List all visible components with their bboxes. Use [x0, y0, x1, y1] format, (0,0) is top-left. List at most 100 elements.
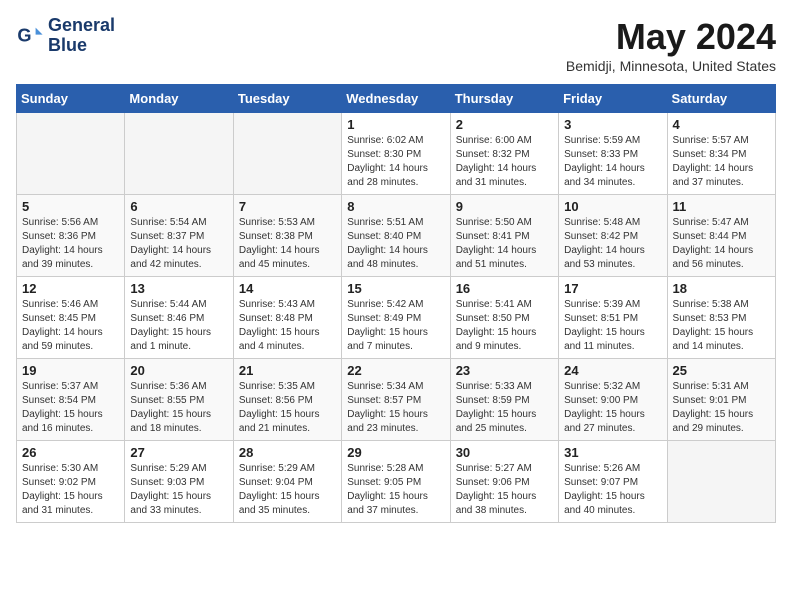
day-number: 10 — [564, 199, 661, 214]
day-info: Sunrise: 5:27 AM Sunset: 9:06 PM Dayligh… — [456, 462, 553, 518]
calendar-header-row: SundayMondayTuesdayWednesdayThursdayFrid… — [17, 85, 776, 113]
day-number: 23 — [456, 363, 553, 378]
day-number: 5 — [22, 199, 119, 214]
calendar-cell: 26 Sunrise: 5:30 AM Sunset: 9:02 PM Dayli… — [17, 441, 125, 523]
day-number: 17 — [564, 281, 661, 296]
logo-icon: G — [16, 22, 44, 50]
day-info: Sunrise: 5:43 AM Sunset: 8:48 PM Dayligh… — [239, 298, 336, 354]
calendar-cell: 23 Sunrise: 5:33 AM Sunset: 8:59 PM Dayli… — [450, 359, 558, 441]
day-info: Sunrise: 5:36 AM Sunset: 8:55 PM Dayligh… — [130, 380, 227, 436]
page-header: G General Blue May 2024 Bemidji, Minneso… — [16, 16, 776, 74]
location-text: Bemidji, Minnesota, United States — [566, 58, 776, 74]
calendar-cell: 2 Sunrise: 6:00 AM Sunset: 8:32 PM Daylig… — [450, 113, 558, 195]
day-number: 13 — [130, 281, 227, 296]
day-number: 29 — [347, 445, 444, 460]
day-number: 28 — [239, 445, 336, 460]
month-title: May 2024 — [566, 16, 776, 58]
calendar-week-row: 5 Sunrise: 5:56 AM Sunset: 8:36 PM Daylig… — [17, 195, 776, 277]
day-number: 25 — [673, 363, 770, 378]
day-info: Sunrise: 6:00 AM Sunset: 8:32 PM Dayligh… — [456, 134, 553, 190]
calendar-cell: 28 Sunrise: 5:29 AM Sunset: 9:04 PM Dayli… — [233, 441, 341, 523]
day-info: Sunrise: 5:31 AM Sunset: 9:01 PM Dayligh… — [673, 380, 770, 436]
day-info: Sunrise: 5:29 AM Sunset: 9:03 PM Dayligh… — [130, 462, 227, 518]
day-number: 24 — [564, 363, 661, 378]
day-info: Sunrise: 5:51 AM Sunset: 8:40 PM Dayligh… — [347, 216, 444, 272]
calendar-cell: 19 Sunrise: 5:37 AM Sunset: 8:54 PM Dayli… — [17, 359, 125, 441]
day-number: 18 — [673, 281, 770, 296]
day-info: Sunrise: 5:37 AM Sunset: 8:54 PM Dayligh… — [22, 380, 119, 436]
calendar-cell: 17 Sunrise: 5:39 AM Sunset: 8:51 PM Dayli… — [559, 277, 667, 359]
calendar-cell — [667, 441, 775, 523]
day-info: Sunrise: 5:26 AM Sunset: 9:07 PM Dayligh… — [564, 462, 661, 518]
day-info: Sunrise: 5:47 AM Sunset: 8:44 PM Dayligh… — [673, 216, 770, 272]
calendar-cell: 9 Sunrise: 5:50 AM Sunset: 8:41 PM Daylig… — [450, 195, 558, 277]
calendar-cell: 1Sunrise: 6:02 AM Sunset: 8:30 PM Daylig… — [342, 113, 450, 195]
day-number: 11 — [673, 199, 770, 214]
calendar-cell: 16 Sunrise: 5:41 AM Sunset: 8:50 PM Dayli… — [450, 277, 558, 359]
day-number: 30 — [456, 445, 553, 460]
calendar-header-saturday: Saturday — [667, 85, 775, 113]
logo: G General Blue — [16, 16, 115, 56]
calendar-week-row: 12Sunrise: 5:46 AM Sunset: 8:45 PM Dayli… — [17, 277, 776, 359]
calendar-cell: 7 Sunrise: 5:53 AM Sunset: 8:38 PM Daylig… — [233, 195, 341, 277]
calendar-cell: 13 Sunrise: 5:44 AM Sunset: 8:46 PM Dayli… — [125, 277, 233, 359]
svg-text:G: G — [17, 25, 31, 45]
day-number: 26 — [22, 445, 119, 460]
day-info: Sunrise: 5:30 AM Sunset: 9:02 PM Dayligh… — [22, 462, 119, 518]
calendar-header-monday: Monday — [125, 85, 233, 113]
day-number: 8 — [347, 199, 444, 214]
calendar-cell: 21 Sunrise: 5:35 AM Sunset: 8:56 PM Dayli… — [233, 359, 341, 441]
calendar-week-row: 1Sunrise: 6:02 AM Sunset: 8:30 PM Daylig… — [17, 113, 776, 195]
day-info: Sunrise: 5:38 AM Sunset: 8:53 PM Dayligh… — [673, 298, 770, 354]
calendar-cell: 4 Sunrise: 5:57 AM Sunset: 8:34 PM Daylig… — [667, 113, 775, 195]
day-info: Sunrise: 5:33 AM Sunset: 8:59 PM Dayligh… — [456, 380, 553, 436]
logo-text-line2: Blue — [48, 36, 115, 56]
calendar-cell: 18 Sunrise: 5:38 AM Sunset: 8:53 PM Dayli… — [667, 277, 775, 359]
calendar-table: SundayMondayTuesdayWednesdayThursdayFrid… — [16, 84, 776, 523]
calendar-cell: 11 Sunrise: 5:47 AM Sunset: 8:44 PM Dayli… — [667, 195, 775, 277]
day-info: Sunrise: 5:54 AM Sunset: 8:37 PM Dayligh… — [130, 216, 227, 272]
day-number: 9 — [456, 199, 553, 214]
day-info: Sunrise: 5:34 AM Sunset: 8:57 PM Dayligh… — [347, 380, 444, 436]
calendar-cell — [17, 113, 125, 195]
calendar-cell: 8 Sunrise: 5:51 AM Sunset: 8:40 PM Daylig… — [342, 195, 450, 277]
calendar-week-row: 26 Sunrise: 5:30 AM Sunset: 9:02 PM Dayli… — [17, 441, 776, 523]
day-number: 16 — [456, 281, 553, 296]
day-info: Sunrise: 5:57 AM Sunset: 8:34 PM Dayligh… — [673, 134, 770, 190]
day-number: 7 — [239, 199, 336, 214]
day-info: Sunrise: 5:39 AM Sunset: 8:51 PM Dayligh… — [564, 298, 661, 354]
day-info: Sunrise: 5:56 AM Sunset: 8:36 PM Dayligh… — [22, 216, 119, 272]
calendar-header-wednesday: Wednesday — [342, 85, 450, 113]
day-info: Sunrise: 6:02 AM Sunset: 8:30 PM Dayligh… — [347, 134, 444, 190]
calendar-cell: 25 Sunrise: 5:31 AM Sunset: 9:01 PM Dayli… — [667, 359, 775, 441]
day-info: Sunrise: 5:42 AM Sunset: 8:49 PM Dayligh… — [347, 298, 444, 354]
calendar-cell: 5 Sunrise: 5:56 AM Sunset: 8:36 PM Daylig… — [17, 195, 125, 277]
calendar-header-thursday: Thursday — [450, 85, 558, 113]
calendar-cell: 30 Sunrise: 5:27 AM Sunset: 9:06 PM Dayli… — [450, 441, 558, 523]
day-info: Sunrise: 5:53 AM Sunset: 8:38 PM Dayligh… — [239, 216, 336, 272]
title-section: May 2024 Bemidji, Minnesota, United Stat… — [566, 16, 776, 74]
calendar-cell — [125, 113, 233, 195]
calendar-cell: 14Sunrise: 5:43 AM Sunset: 8:48 PM Dayli… — [233, 277, 341, 359]
day-info: Sunrise: 5:28 AM Sunset: 9:05 PM Dayligh… — [347, 462, 444, 518]
calendar-cell — [233, 113, 341, 195]
day-number: 4 — [673, 117, 770, 132]
day-info: Sunrise: 5:35 AM Sunset: 8:56 PM Dayligh… — [239, 380, 336, 436]
day-number: 21 — [239, 363, 336, 378]
calendar-cell: 24Sunrise: 5:32 AM Sunset: 9:00 PM Dayli… — [559, 359, 667, 441]
day-info: Sunrise: 5:59 AM Sunset: 8:33 PM Dayligh… — [564, 134, 661, 190]
calendar-cell: 15Sunrise: 5:42 AM Sunset: 8:49 PM Dayli… — [342, 277, 450, 359]
calendar-week-row: 19 Sunrise: 5:37 AM Sunset: 8:54 PM Dayli… — [17, 359, 776, 441]
day-number: 31 — [564, 445, 661, 460]
day-number: 22 — [347, 363, 444, 378]
calendar-cell: 3Sunrise: 5:59 AM Sunset: 8:33 PM Daylig… — [559, 113, 667, 195]
day-number: 19 — [22, 363, 119, 378]
calendar-cell: 20Sunrise: 5:36 AM Sunset: 8:55 PM Dayli… — [125, 359, 233, 441]
day-info: Sunrise: 5:44 AM Sunset: 8:46 PM Dayligh… — [130, 298, 227, 354]
day-info: Sunrise: 5:41 AM Sunset: 8:50 PM Dayligh… — [456, 298, 553, 354]
day-number: 27 — [130, 445, 227, 460]
calendar-cell: 6Sunrise: 5:54 AM Sunset: 8:37 PM Daylig… — [125, 195, 233, 277]
day-info: Sunrise: 5:29 AM Sunset: 9:04 PM Dayligh… — [239, 462, 336, 518]
day-number: 2 — [456, 117, 553, 132]
day-info: Sunrise: 5:50 AM Sunset: 8:41 PM Dayligh… — [456, 216, 553, 272]
